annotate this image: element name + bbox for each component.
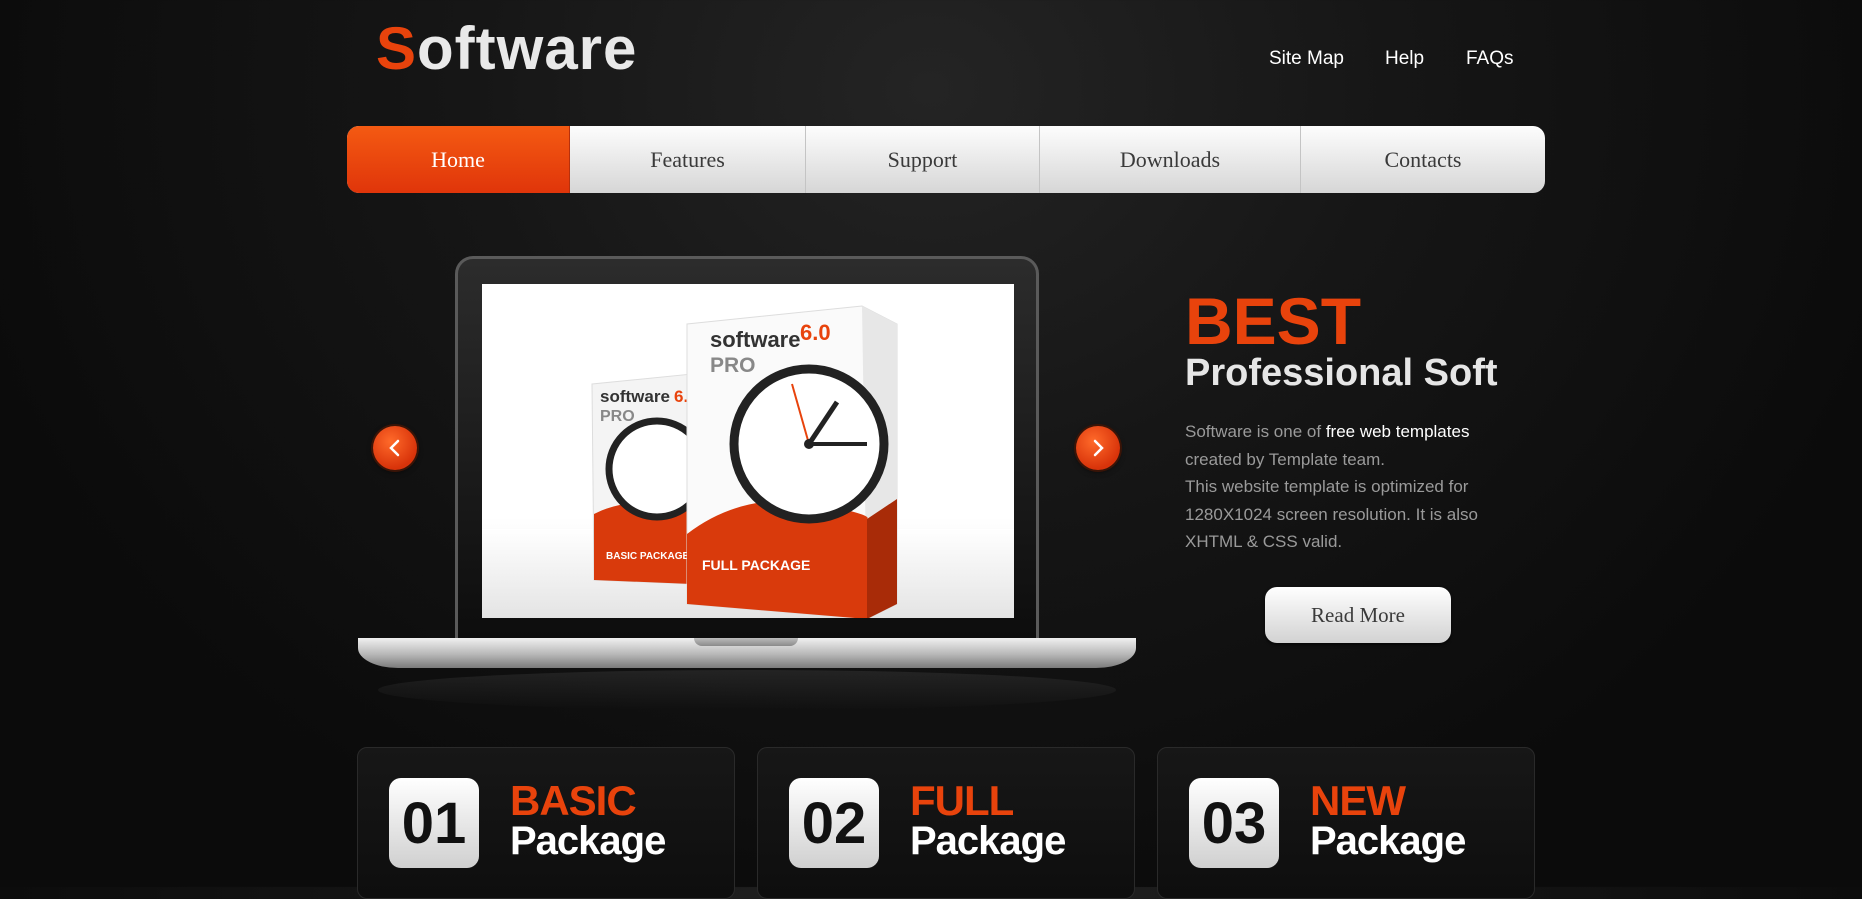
hero-text-line3: This website template is optimized for: [1185, 477, 1469, 496]
nav-item-features[interactable]: Features: [570, 126, 806, 193]
nav-item-contacts[interactable]: Contacts: [1301, 126, 1545, 193]
front-box-label: FULL PACKAGE: [702, 557, 810, 573]
front-box-version: 6.0: [800, 320, 831, 345]
package-title: FULL: [910, 777, 1014, 824]
back-box-brand: software: [600, 387, 670, 406]
package-card-new[interactable]: 03 NEW Package: [1157, 747, 1535, 899]
laptop-image: software 6. PRO BASIC PACKAGE software 6…: [358, 256, 1136, 714]
package-card-full[interactable]: 02 FULL Package: [757, 747, 1135, 899]
laptop-reflection: [378, 670, 1116, 710]
package-subtitle: Package: [510, 819, 666, 863]
package-subtitle: Package: [1310, 819, 1466, 863]
hero-text-line2: created by Template team.: [1185, 449, 1386, 469]
package-number: 02: [789, 778, 879, 868]
software-box-illustration: software 6. PRO BASIC PACKAGE software 6…: [482, 305, 1014, 618]
front-box-brand: software: [710, 327, 800, 352]
front-box-edition: PRO: [710, 354, 756, 377]
hero-description: Software is one of free web templates cr…: [1185, 418, 1505, 556]
back-box-label: BASIC PACKAGE: [606, 551, 689, 562]
logo-initial: S: [376, 15, 418, 82]
nav-item-home[interactable]: Home: [347, 126, 570, 193]
slide-image: software 6. PRO BASIC PACKAGE software 6…: [482, 284, 1014, 618]
package-card-basic[interactable]: 01 BASIC Package: [357, 747, 735, 899]
hero-subtitle: Professional Soft: [1185, 352, 1498, 394]
laptop-lid: software 6. PRO BASIC PACKAGE software 6…: [455, 256, 1039, 641]
hero-text-line4: 1280X1024 screen resolution. It is also: [1185, 504, 1478, 524]
laptop-notch: [694, 638, 798, 646]
logo-text: oftware: [417, 15, 638, 82]
package-number: 03: [1189, 778, 1279, 868]
back-box-edition: PRO: [600, 408, 635, 425]
nav-item-downloads[interactable]: Downloads: [1040, 126, 1301, 193]
package-title: BASIC: [510, 777, 637, 824]
site-logo[interactable]: Software: [376, 14, 637, 84]
hero-text-line5: XHTML & CSS valid.: [1185, 532, 1343, 551]
help-link[interactable]: Help: [1385, 48, 1424, 70]
main-nav: Home Features Support Downloads Contacts: [347, 126, 1545, 193]
package-number: 01: [389, 778, 479, 868]
hero-title: BEST: [1185, 284, 1362, 358]
package-subtitle: Package: [910, 819, 1066, 863]
hero-text-intro: Software is one of: [1185, 422, 1326, 441]
back-box-version: 6.: [674, 387, 688, 406]
site-map-link[interactable]: Site Map: [1269, 48, 1344, 70]
package-title: NEW: [1310, 777, 1406, 824]
nav-item-support[interactable]: Support: [806, 126, 1040, 193]
free-templates-link[interactable]: free web templates: [1326, 422, 1470, 441]
read-more-button[interactable]: Read More: [1265, 587, 1451, 643]
faqs-link[interactable]: FAQs: [1466, 48, 1514, 70]
